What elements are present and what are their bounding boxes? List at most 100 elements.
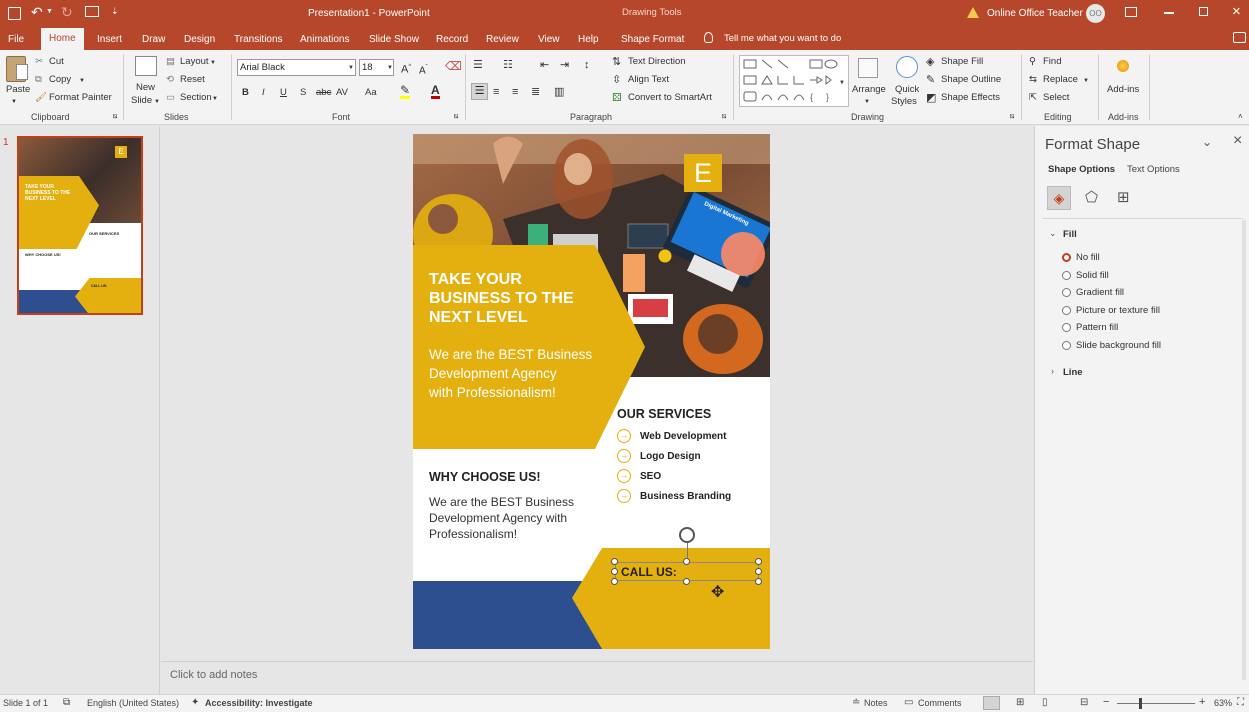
italic-icon[interactable]: I: [262, 86, 265, 100]
layout-button[interactable]: Layout: [180, 55, 209, 69]
slide-sorter-icon[interactable]: ⊞: [1016, 697, 1024, 708]
reset-button[interactable]: Reset: [180, 73, 205, 87]
resize-handle[interactable]: [683, 558, 690, 565]
select-button[interactable]: Select: [1043, 91, 1069, 105]
underline-icon[interactable]: U: [280, 86, 287, 100]
resize-handle[interactable]: [755, 558, 762, 565]
tab-home[interactable]: Home: [41, 28, 84, 50]
headline-text[interactable]: TAKE YOUR BUSINESS TO THE NEXT LEVEL: [429, 270, 574, 327]
zoom-in-icon[interactable]: +: [1199, 696, 1205, 708]
align-left-icon[interactable]: ☰: [471, 83, 488, 100]
undo-icon[interactable]: ↶: [31, 4, 43, 21]
align-center-icon[interactable]: ≡: [493, 85, 499, 99]
tab-slide-show[interactable]: Slide Show: [367, 31, 421, 50]
grow-font-icon[interactable]: A^: [401, 60, 411, 77]
resize-handle[interactable]: [611, 578, 618, 585]
reading-view-icon[interactable]: ▯: [1042, 697, 1048, 708]
avatar[interactable]: OO: [1086, 4, 1105, 23]
font-launcher-icon[interactable]: ⧅: [454, 110, 458, 124]
char-spacing-icon[interactable]: AV: [336, 86, 348, 100]
tab-animations[interactable]: Animations: [298, 31, 351, 50]
zoom-slider-thumb[interactable]: [1139, 698, 1142, 709]
new-slide-button-line2[interactable]: Slide: [131, 94, 152, 108]
zoom-slider[interactable]: [1117, 703, 1195, 704]
shapes-more-icon[interactable]: ▼: [839, 76, 845, 90]
addins-button[interactable]: Add-ins: [1107, 83, 1139, 97]
copy-dropdown-icon[interactable]: ▼: [79, 74, 85, 88]
line-spacing-icon[interactable]: ↕: [584, 58, 590, 72]
tab-draw[interactable]: Draw: [140, 31, 167, 50]
pane-options-chevron-icon[interactable]: ⌄: [1202, 135, 1212, 149]
why-body[interactable]: We are the BEST Business Development Age…: [429, 494, 574, 542]
comments-icon[interactable]: [1233, 32, 1246, 43]
notes-toggle[interactable]: Notes: [864, 698, 888, 708]
no-fill-radio[interactable]: [1062, 253, 1071, 262]
shapes-gallery-icons[interactable]: {}: [740, 56, 848, 106]
arrange-icon[interactable]: [858, 58, 878, 78]
find-button[interactable]: Find: [1043, 55, 1061, 69]
tab-file[interactable]: File: [6, 31, 26, 50]
tab-help[interactable]: Help: [576, 31, 601, 50]
effects-icon[interactable]: ⬠: [1085, 188, 1098, 206]
solid-fill-label[interactable]: Solid fill: [1076, 270, 1109, 281]
slide-thumbnail[interactable]: E TAKE YOUR BUSINESS TO THE NEXT LEVEL O…: [17, 136, 143, 315]
font-size-dropdown-icon[interactable]: ▼: [387, 61, 393, 75]
paragraph-launcher-icon[interactable]: ⧅: [722, 110, 726, 124]
tab-view[interactable]: View: [536, 31, 562, 50]
notes-pane[interactable]: Click to add notes: [161, 661, 1033, 694]
shadow-icon[interactable]: S: [300, 86, 306, 100]
ribbon-display-icon[interactable]: [1125, 7, 1137, 17]
font-name-box[interactable]: Arial Black: [237, 59, 356, 76]
justify-icon[interactable]: ≣: [531, 85, 540, 99]
cut-button[interactable]: Cut: [49, 55, 64, 69]
slide-background-fill-radio[interactable]: [1062, 341, 1071, 350]
copy-button[interactable]: Copy: [49, 73, 71, 87]
save-icon[interactable]: [8, 7, 21, 20]
columns-icon[interactable]: ▥: [554, 85, 564, 99]
no-fill-label[interactable]: No fill: [1076, 252, 1100, 263]
tagline-text[interactable]: We are the BEST Business Development Age…: [429, 345, 592, 402]
collapse-ribbon-icon[interactable]: ˄: [1238, 110, 1243, 124]
redo-icon[interactable]: ↻: [61, 4, 73, 21]
close-icon[interactable]: ×: [1232, 3, 1241, 20]
fill-line-icon[interactable]: ◈: [1047, 186, 1071, 210]
format-painter-button[interactable]: Format Painter: [49, 91, 112, 105]
notes-placeholder[interactable]: Click to add notes: [170, 669, 257, 681]
convert-smartart-button[interactable]: Convert to SmartArt: [628, 91, 712, 105]
resize-handle[interactable]: [611, 568, 618, 575]
shape-fill-button[interactable]: Shape Fill: [941, 55, 983, 69]
change-case-icon[interactable]: Aa: [365, 86, 377, 100]
pane-scrollbar[interactable]: [1242, 220, 1246, 680]
decrease-indent-icon[interactable]: ⇤: [540, 58, 549, 72]
addins-icon[interactable]: [1117, 60, 1129, 72]
pattern-fill-radio[interactable]: [1062, 323, 1071, 332]
new-slide-button[interactable]: New: [136, 81, 155, 95]
increase-indent-icon[interactable]: ⇥: [560, 58, 569, 72]
rotate-handle-icon[interactable]: [679, 527, 695, 543]
spellcheck-icon[interactable]: ⧉: [63, 697, 70, 708]
warning-icon[interactable]: [967, 7, 979, 18]
replace-dropdown-icon[interactable]: ▼: [1083, 74, 1089, 88]
line-section-header[interactable]: Line: [1063, 367, 1083, 378]
undo-dropdown-icon[interactable]: ▼: [46, 8, 53, 15]
numbering-icon[interactable]: ☷: [503, 58, 513, 72]
tab-review[interactable]: Review: [484, 31, 521, 50]
text-direction-button[interactable]: Text Direction: [628, 55, 686, 69]
picture-fill-radio[interactable]: [1062, 306, 1071, 315]
strikethrough-icon[interactable]: abc: [316, 86, 331, 100]
present-icon[interactable]: [85, 6, 99, 17]
fill-section-header[interactable]: Fill: [1063, 229, 1077, 240]
tell-me-input[interactable]: Tell me what you want to do: [724, 33, 841, 44]
align-right-icon[interactable]: ≡: [512, 85, 518, 99]
section-button[interactable]: Section: [180, 91, 212, 105]
quick-styles-button-line2[interactable]: Styles: [891, 95, 917, 109]
replace-button[interactable]: Replace: [1043, 73, 1078, 87]
services-title[interactable]: OUR SERVICES: [617, 407, 711, 421]
comments-toggle[interactable]: Comments: [918, 698, 962, 708]
tab-text-options[interactable]: Text Options: [1127, 164, 1180, 175]
resize-handle[interactable]: [755, 578, 762, 585]
new-slide-icon[interactable]: [135, 56, 157, 76]
section-dropdown-icon[interactable]: ▼: [212, 92, 218, 106]
tab-transitions[interactable]: Transitions: [232, 31, 285, 50]
resize-handle[interactable]: [611, 558, 618, 565]
